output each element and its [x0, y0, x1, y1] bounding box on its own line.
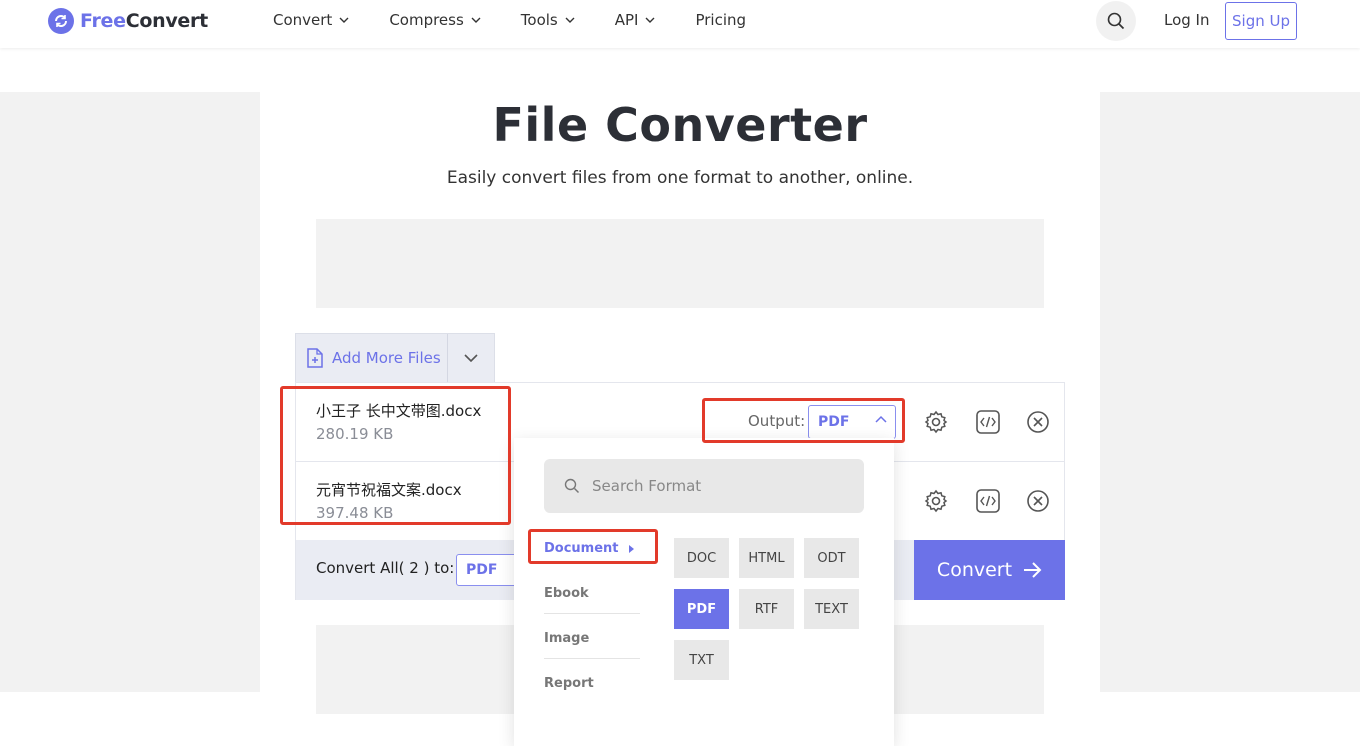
convert-all-label: Convert All( 2 ) to:: [316, 559, 455, 577]
remove-file-button[interactable]: [1025, 409, 1051, 435]
code-icon: [976, 410, 1000, 434]
nav-tools-label: Tools: [520, 11, 558, 29]
file-name: 小王子 长中文带图.docx: [316, 402, 482, 420]
signup-button[interactable]: Sign Up: [1225, 2, 1297, 40]
settings-button[interactable]: [923, 409, 949, 435]
nav-api-label: API: [614, 11, 639, 29]
format-rtf[interactable]: RTF: [739, 589, 794, 629]
nav-convert[interactable]: Convert: [273, 11, 349, 29]
convert-button-label: Convert: [936, 559, 1013, 581]
arrow-right-icon: [1024, 562, 1042, 578]
page-subtitle: Easily convert files from one format to …: [446, 168, 914, 188]
format-search[interactable]: [544, 459, 864, 513]
logo-icon: [48, 8, 74, 34]
nav-pricing-label: Pricing: [695, 11, 747, 29]
remove-file-button[interactable]: [1025, 488, 1051, 514]
nav-pricing[interactable]: Pricing: [695, 11, 746, 29]
format-dropdown: Document Ebook Image Report DOC HTML ODT…: [514, 438, 894, 746]
add-more-files-button[interactable]: Add More Files: [296, 334, 448, 382]
category-image[interactable]: Image: [544, 631, 640, 659]
category-document[interactable]: Document: [544, 541, 640, 568]
caret-right-icon: [628, 544, 634, 553]
close-circle-icon: [1027, 490, 1049, 512]
category-report[interactable]: Report: [544, 676, 640, 703]
logo-text: FreeConvert: [80, 10, 208, 32]
main-nav: Convert Compress Tools API Pricing: [273, 11, 786, 29]
format-pdf[interactable]: PDF: [674, 589, 729, 629]
format-txt[interactable]: TXT: [674, 640, 729, 680]
output-format-select[interactable]: PDF: [808, 405, 896, 439]
gear-icon: [924, 410, 948, 434]
ad-placeholder-top: [316, 219, 1044, 308]
embed-code-button[interactable]: [975, 409, 1001, 435]
format-search-input[interactable]: [592, 477, 832, 495]
nav-api[interactable]: API: [615, 11, 656, 29]
chevron-down-icon: [339, 17, 349, 23]
file-size: 280.19 KB: [316, 425, 394, 443]
nav-convert-label: Convert: [273, 11, 333, 29]
settings-button[interactable]: [923, 488, 949, 514]
chevron-down-icon: [471, 17, 481, 23]
search-icon: [564, 478, 580, 494]
nav-compress-label: Compress: [389, 11, 464, 29]
category-ebook[interactable]: Ebook: [544, 586, 640, 614]
category-document-label: Document: [544, 541, 619, 556]
output-label: Output:: [748, 412, 806, 430]
chevron-down-icon: [464, 354, 478, 362]
chevron-down-icon: [565, 17, 575, 23]
logo[interactable]: FreeConvert: [48, 8, 208, 34]
convert-button[interactable]: Convert: [914, 540, 1065, 600]
code-icon: [976, 489, 1000, 513]
search-icon: [1107, 12, 1125, 30]
format-odt[interactable]: ODT: [804, 538, 859, 578]
page-title: File Converter: [492, 98, 868, 152]
format-text[interactable]: TEXT: [804, 589, 859, 629]
format-html[interactable]: HTML: [739, 538, 794, 578]
add-file-icon: [307, 348, 323, 368]
chevron-down-icon: [645, 17, 655, 23]
nav-tools[interactable]: Tools: [521, 11, 575, 29]
gear-icon: [924, 489, 948, 513]
add-more-files: Add More Files: [295, 333, 495, 383]
nav-compress[interactable]: Compress: [389, 11, 481, 29]
format-doc[interactable]: DOC: [674, 538, 729, 578]
file-name: 元宵节祝福文案.docx: [316, 481, 462, 499]
top-navbar: FreeConvert Convert Compress Tools API P…: [0, 0, 1360, 48]
add-more-files-label: Add More Files: [332, 349, 441, 367]
close-circle-icon: [1027, 411, 1049, 433]
login-link[interactable]: Log In: [1164, 11, 1210, 29]
file-size: 397.48 KB: [316, 504, 394, 522]
chevron-up-icon: [875, 415, 887, 423]
embed-code-button[interactable]: [975, 488, 1001, 514]
add-more-files-dropdown[interactable]: [448, 354, 494, 362]
search-button[interactable]: [1096, 1, 1136, 41]
output-format-value: PDF: [818, 414, 850, 430]
